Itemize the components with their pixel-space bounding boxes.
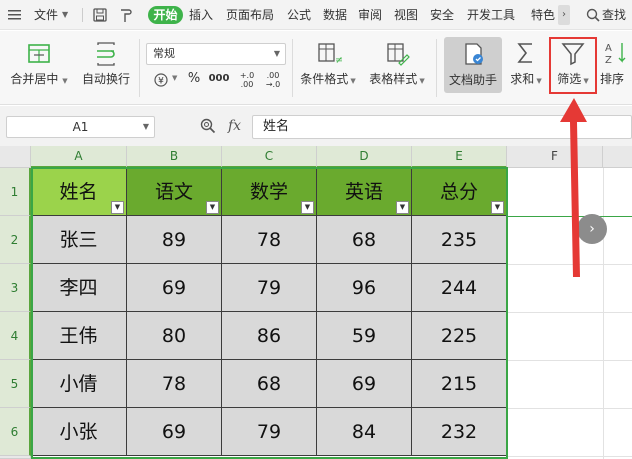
wrap-text-button[interactable]: 自动换行	[77, 31, 135, 103]
merge-center-label: 合并居中 ▼	[10, 72, 68, 86]
file-menu[interactable]: 文件	[34, 6, 58, 24]
ribbon-divider	[139, 39, 140, 97]
merge-center-button[interactable]: 合并居中 ▼	[4, 31, 74, 103]
cell-reference: A1	[72, 120, 89, 134]
column-header-e[interactable]: E	[412, 146, 507, 168]
currency-chevron-icon[interactable]: ▼	[172, 74, 177, 82]
svg-text:¥: ¥	[158, 77, 164, 87]
thousands-button[interactable]: 000	[206, 69, 232, 89]
sum-button[interactable]: 求和 ▼	[506, 31, 546, 103]
row-header-2[interactable]: 2	[0, 216, 31, 264]
scroll-right-button[interactable]: ›	[577, 214, 607, 244]
column-header-d[interactable]: D	[317, 146, 412, 168]
row-header-1[interactable]: 1	[0, 168, 31, 216]
svg-text:Z: Z	[605, 55, 612, 66]
gridline	[603, 168, 604, 459]
wrap-text-label: 自动换行	[81, 72, 130, 86]
number-format-select[interactable]: 常规 ▼	[146, 43, 286, 65]
conditional-format-button[interactable]: ≠ 条件格式 ▼	[298, 31, 358, 103]
gridline	[507, 264, 632, 265]
file-menu-chevron-icon[interactable]: ▼	[62, 6, 68, 24]
table-style-icon	[387, 43, 410, 66]
row-header-3[interactable]: 3	[0, 264, 31, 312]
selection-range	[31, 167, 508, 459]
fx-icon[interactable]: fx	[228, 118, 241, 134]
row-header-6[interactable]: 6	[0, 408, 31, 456]
conditional-format-icon: ≠	[318, 43, 342, 66]
chevron-down-icon: ▼	[273, 49, 280, 58]
conditional-format-label: 条件格式 ▼	[300, 72, 356, 86]
column-header-g[interactable]	[603, 146, 632, 168]
table-style-button[interactable]: 表格样式 ▼	[366, 31, 428, 103]
format-painter-icon[interactable]	[118, 7, 134, 23]
column-header-c[interactable]: C	[222, 146, 317, 168]
percent-button[interactable]: %	[184, 69, 204, 89]
sort-az-icon: A Z	[605, 43, 626, 66]
tab-page-layout[interactable]: 页面布局	[226, 6, 274, 24]
tabs-scroll-chevron-icon[interactable]: ›	[558, 5, 570, 25]
ribbon-toolbar: 合并居中 ▼ 自动换行 常规 ▼ ¥ ▼ % 000 +.0.00 .00 →.0…	[0, 31, 632, 105]
currency-yen-icon: ¥	[154, 73, 168, 87]
name-box[interactable]: A1 ▼	[6, 116, 155, 138]
zoom-search-icon[interactable]	[200, 118, 216, 134]
chevron-down-icon: ▼	[142, 122, 149, 131]
tab-formulas[interactable]: 公式	[287, 6, 311, 24]
save-icon[interactable]	[93, 8, 107, 22]
svg-text:A: A	[605, 43, 612, 54]
number-format-value: 常规	[153, 47, 175, 60]
merge-cells-icon	[28, 44, 50, 63]
sort-label: 排序	[600, 72, 625, 86]
tab-features[interactable]: 特色	[531, 6, 555, 24]
gridline	[507, 408, 632, 409]
column-header-f[interactable]: F	[507, 146, 603, 168]
tab-insert[interactable]: 插入	[189, 6, 213, 24]
gridline	[507, 360, 632, 361]
tab-review[interactable]: 审阅	[358, 6, 382, 24]
tab-data[interactable]: 数据	[323, 6, 347, 24]
search-label[interactable]: 查找	[602, 6, 626, 24]
ribbon-divider	[436, 39, 437, 97]
gridline	[507, 456, 632, 457]
sum-label: 求和 ▼	[510, 72, 542, 86]
gridline	[507, 216, 632, 217]
tab-developer[interactable]: 开发工具	[467, 6, 515, 24]
formula-bar: A1 ▼ fx 姓名	[0, 106, 632, 146]
tab-security[interactable]: 安全	[430, 6, 454, 24]
menu-divider	[82, 8, 83, 22]
doc-assistant-label: 文档助手	[448, 73, 497, 87]
increase-decimal-button[interactable]: +.0.00	[236, 71, 258, 91]
gridline	[507, 312, 632, 313]
tab-view[interactable]: 视图	[394, 6, 418, 24]
svg-text:≠: ≠	[335, 55, 342, 66]
select-all-corner[interactable]	[0, 146, 31, 168]
doc-assistant-button[interactable]: 文档助手	[444, 37, 502, 93]
column-header-b[interactable]: B	[127, 146, 222, 168]
search-icon[interactable]	[586, 8, 600, 22]
sort-button[interactable]: A Z 排序	[600, 31, 632, 103]
spreadsheet-grid: A B C D E F 1 2 3 4 5 6 姓名 语文 数学 英语 总分 ▼…	[0, 146, 632, 459]
hamburger-menu-icon[interactable]	[8, 9, 22, 21]
row-header-4[interactable]: 4	[0, 312, 31, 360]
filter-highlight-box	[549, 37, 597, 94]
ribbon-divider	[292, 39, 293, 97]
sigma-icon	[517, 43, 532, 63]
table-style-label: 表格样式 ▼	[369, 72, 425, 86]
row-header-5[interactable]: 5	[0, 360, 31, 408]
doc-assistant-icon	[465, 43, 483, 65]
menu-bar: 文件 ▼ 开始 插入 页面布局 公式 数据 审阅 视图 安全 开发工具 特色 ›…	[0, 0, 632, 30]
decrease-decimal-button[interactable]: .00 →.0	[262, 71, 284, 91]
wrap-text-icon	[97, 42, 115, 66]
formula-input[interactable]: 姓名	[252, 115, 632, 139]
column-header-a[interactable]: A	[31, 146, 127, 168]
tab-home[interactable]: 开始	[148, 6, 183, 24]
